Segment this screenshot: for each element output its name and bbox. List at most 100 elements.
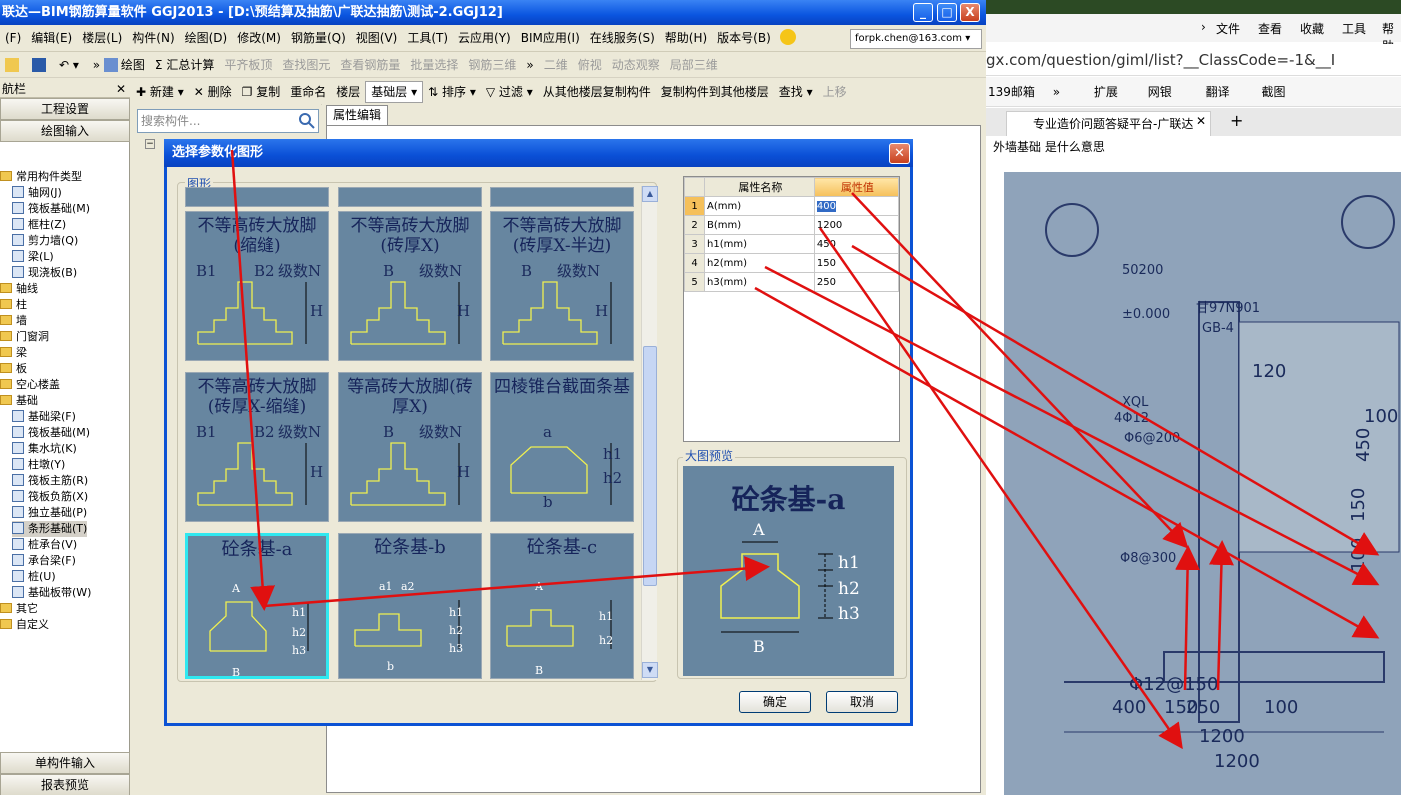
tree-item[interactable]: 集水坑(K) xyxy=(12,441,77,457)
rename-button[interactable]: 重命名 xyxy=(285,79,331,104)
param-row[interactable]: 2 B(mm) 1200 xyxy=(684,215,900,235)
menu-help[interactable]: 帮助(H) xyxy=(660,25,712,52)
tree-item[interactable]: 桩(U) xyxy=(12,569,56,585)
tree-folder[interactable]: 基础 xyxy=(0,393,38,409)
filter-button[interactable]: ▽ 过滤 ▾ xyxy=(481,79,538,104)
copy-button[interactable]: ❐ 复制 xyxy=(237,79,286,104)
floor-select[interactable]: 基础层 ▾ xyxy=(365,81,424,103)
tree-item[interactable]: 柱墩(Y) xyxy=(12,457,65,473)
menu-draw[interactable]: 绘图(D) xyxy=(180,25,233,52)
report-preview-button[interactable]: 报表预览 xyxy=(0,774,130,795)
search-icon[interactable] xyxy=(298,112,316,130)
menu-component[interactable]: 构件(N) xyxy=(127,25,179,52)
tree-item[interactable]: 轴网(J) xyxy=(12,185,62,201)
project-settings-button[interactable]: 工程设置 xyxy=(0,98,130,120)
find-elem-button[interactable]: 查找图元 xyxy=(277,52,335,77)
shape-tile[interactable]: 不等高砖大放脚(缩缝) B1 B2 级数N H xyxy=(185,211,329,361)
bookmark-translate[interactable]: 翻译 xyxy=(1206,85,1230,99)
tree-folder[interactable]: 空心楼盖 xyxy=(0,377,60,393)
draw-input-button[interactable]: 绘图输入 xyxy=(0,120,130,142)
shape-tile[interactable]: 不等高砖大放脚(砖厚X-半边) B 级数N H xyxy=(490,211,634,361)
tree-item[interactable]: 现浇板(B) xyxy=(12,265,77,281)
save-button[interactable] xyxy=(27,52,54,77)
bookmark-screenshot[interactable]: 截图 xyxy=(1261,85,1285,99)
menu-file[interactable]: (F) xyxy=(0,25,26,52)
tree-item[interactable]: 基础板带(W) xyxy=(12,585,91,601)
open-button[interactable] xyxy=(0,52,27,77)
menu-edit[interactable]: 编辑(E) xyxy=(26,25,77,52)
draw-button[interactable]: » 绘图 xyxy=(88,52,150,77)
local-3d-button[interactable]: 局部三维 xyxy=(665,52,723,77)
tree-item[interactable]: 条形基础(T) xyxy=(12,521,88,537)
tree-item[interactable]: 框柱(Z) xyxy=(12,217,66,233)
menu-view[interactable]: 视图(V) xyxy=(351,25,403,52)
dialog-close-button[interactable]: ✕ xyxy=(889,143,910,164)
sort-button[interactable]: ⇅ 排序 ▾ xyxy=(423,79,481,104)
browser-menu-view[interactable]: 查看 xyxy=(1258,20,1282,37)
browser-tab[interactable]: 专业造价问题答疑平台-广联达 xyxy=(1006,111,1211,136)
shape-tile[interactable]: 不等高砖大放脚(砖厚X) B 级数N H xyxy=(338,211,482,361)
menu-bim[interactable]: BIM应用(I) xyxy=(516,25,585,52)
param-row[interactable]: 4 h2(mm) 150 xyxy=(684,253,900,273)
shape-tile-partial[interactable] xyxy=(338,187,482,207)
param-value-cell[interactable]: 150 xyxy=(813,253,900,273)
delete-button[interactable]: ✕ 删除 xyxy=(189,79,237,104)
param-value-cell[interactable]: 400 xyxy=(813,196,900,216)
menu-modify[interactable]: 修改(M) xyxy=(232,25,286,52)
shape-tile[interactable]: 砼条基-a A Bh1 h2 h3 xyxy=(185,533,329,679)
tree-folder[interactable]: 板 xyxy=(0,361,27,377)
move-up-button[interactable]: 上移 xyxy=(818,79,852,104)
shapes-scrollbar[interactable]: ▲ ▼ xyxy=(641,186,658,680)
tree-folder[interactable]: 轴线 xyxy=(0,281,38,297)
account-dropdown[interactable]: forpk.chen@163.com ▾ xyxy=(850,29,982,49)
address-bar[interactable]: gx.com/question/giml/list?__ClassCode=-1… xyxy=(986,44,1401,76)
scroll-thumb[interactable] xyxy=(643,346,657,586)
ok-button[interactable]: 确定 xyxy=(739,691,811,713)
tree-folder[interactable]: 常用构件类型 xyxy=(0,169,82,185)
new-button[interactable]: ✚ 新建 ▾ xyxy=(131,79,189,104)
param-row[interactable]: 3 h1(mm) 450 xyxy=(684,234,900,254)
tab-property-edit[interactable]: 属性编辑 xyxy=(326,105,389,125)
new-tab-icon[interactable]: + xyxy=(1230,111,1243,130)
tree-item[interactable]: 筏板主筋(R) xyxy=(12,473,88,489)
rebar-3d-button[interactable]: 钢筋三维 xyxy=(463,52,521,77)
nav-close-icon[interactable]: ✕ xyxy=(116,80,126,98)
tree-item[interactable]: 承台梁(F) xyxy=(12,553,76,569)
single-input-button[interactable]: 单构件输入 xyxy=(0,752,130,774)
browser-menu-favorites[interactable]: 收藏 xyxy=(1300,20,1324,37)
undo-button[interactable]: ↶ ▾ xyxy=(54,52,84,77)
view-mode-select[interactable]: 二维 xyxy=(539,52,573,77)
bookmark-bank[interactable]: 网银 xyxy=(1148,85,1172,99)
maximize-button[interactable]: □ xyxy=(937,3,957,22)
shape-tile[interactable]: 砼条基-c A Bh1 h2 xyxy=(490,533,634,679)
batch-select-button[interactable]: 批量选择 xyxy=(405,52,463,77)
copy-from-floor-button[interactable]: 从其他楼层复制构件 xyxy=(538,79,656,104)
menu-online[interactable]: 在线服务(S) xyxy=(585,25,660,52)
param-value-cell[interactable]: 250 xyxy=(813,272,900,292)
tree-folder[interactable]: 门窗洞 xyxy=(0,329,49,345)
shape-tile[interactable]: 四棱锥台截面条基 a b h1 h2 xyxy=(490,372,634,522)
tree-folder[interactable]: 自定义 xyxy=(0,617,49,633)
tree-item[interactable]: 独立基础(P) xyxy=(12,505,87,521)
tab-close-icon[interactable]: ✕ xyxy=(1196,114,1206,128)
shape-tile[interactable]: 不等高砖大放脚(砖厚X-缩缝) B1 B2 级数N H xyxy=(185,372,329,522)
top-view-button[interactable]: 俯视 xyxy=(573,52,607,77)
param-value-cell[interactable]: 450 xyxy=(813,234,900,254)
menu-floor[interactable]: 楼层(L) xyxy=(77,25,127,52)
tree-item[interactable]: 剪力墙(Q) xyxy=(12,233,78,249)
shape-tile[interactable]: 等高砖大放脚(砖厚X) B 级数N H xyxy=(338,372,482,522)
shape-tile-partial[interactable] xyxy=(490,187,634,207)
tree-collapse-icon[interactable]: − xyxy=(145,139,155,149)
menu-cloud[interactable]: 云应用(Y) xyxy=(453,25,516,52)
shape-tile-partial[interactable] xyxy=(185,187,329,207)
shape-tile[interactable]: 砼条基-b a1 a2 b h1 h2 h3 xyxy=(338,533,482,679)
param-value-cell[interactable]: 1200 xyxy=(813,215,900,235)
menu-tools[interactable]: 工具(T) xyxy=(402,25,453,52)
copy-to-floor-button[interactable]: 复制构件到其他楼层 xyxy=(656,79,774,104)
cancel-button[interactable]: 取消 xyxy=(826,691,898,713)
find-button[interactable]: 查找 ▾ xyxy=(774,79,818,104)
tree-item[interactable]: 梁(L) xyxy=(12,249,54,265)
menu-version[interactable]: 版本号(B) xyxy=(712,25,776,52)
tree-item[interactable]: 筏板基础(M) xyxy=(12,201,90,217)
tree-folder[interactable]: 梁 xyxy=(0,345,27,361)
